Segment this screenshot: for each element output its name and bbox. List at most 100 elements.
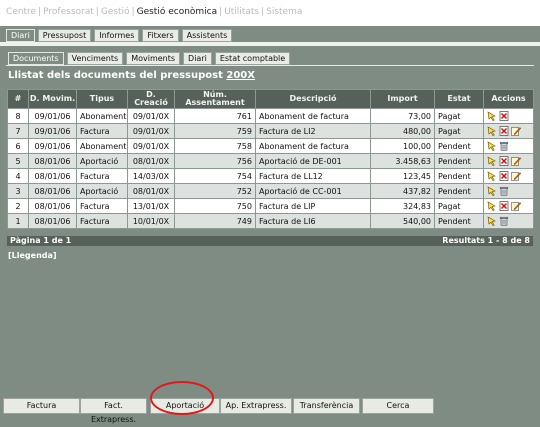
select-icon[interactable] <box>487 111 497 121</box>
bottom-toolbar: Factura Fact. Extrapress. Aportació Ap. Ext… <box>0 397 540 424</box>
type-cell: Abonament <box>76 108 128 124</box>
actions-group <box>487 110 530 122</box>
actions-group <box>487 170 530 182</box>
page-title: Llistat dels documents del pressupost 20… <box>8 70 255 81</box>
edit-icon[interactable] <box>511 126 522 136</box>
legend-link[interactable]: [Llegenda] <box>8 251 57 260</box>
row-number-cell: 2 <box>7 198 29 214</box>
movement-date-cell: 08/01/06 <box>28 168 77 184</box>
tab-diari[interactable]: Diari <box>6 29 35 42</box>
column-header: Estat <box>434 89 484 109</box>
toolbar-button-cerca[interactable]: Cerca <box>362 398 434 414</box>
select-icon[interactable] <box>487 156 497 166</box>
table-row[interactable]: 1 08/01/06 Factura 10/01/0X 749 Factura de LI… <box>7 213 534 229</box>
table-row[interactable]: 7 09/01/06 Factura 09/01/0X 759 Factura de LI… <box>7 123 534 139</box>
documents-table: # D. Movim. Tipus D. Creació Núm. Assentamen… <box>7 89 534 229</box>
delete-icon[interactable] <box>499 171 509 181</box>
subtab-documents[interactable]: Documents <box>8 52 64 65</box>
top-nav-item[interactable]: Utilitats <box>224 7 259 17</box>
results-count: Resultats 1 - 8 de 8 <box>442 236 530 245</box>
table-row[interactable]: 6 09/01/06 Abonament 09/01/0X 758 Abonament d… <box>7 138 534 154</box>
subtab-diari[interactable]: Diari <box>183 52 212 65</box>
top-nav-item[interactable]: Gestió <box>101 7 130 17</box>
edit-icon[interactable] <box>511 156 522 166</box>
secondary-tabs: Documents Venciments Moviments Diari Estat c… <box>8 52 291 65</box>
delete-icon[interactable] <box>499 111 509 121</box>
select-icon[interactable] <box>487 186 497 196</box>
amount-cell: 3.458,63 <box>370 153 435 169</box>
state-cell: Pendent <box>434 153 484 169</box>
table-row[interactable]: 3 08/01/06 Aportació 08/01/0X 752 Aportació d… <box>7 183 534 199</box>
edit-icon[interactable] <box>511 201 522 211</box>
type-cell: Factura <box>76 168 128 184</box>
select-icon[interactable] <box>487 141 497 151</box>
top-nav-item[interactable]: Sistema <box>266 7 302 17</box>
toolbar-button-ap-extrapress[interactable]: Ap. Extrapress. <box>220 398 292 414</box>
tab-informes[interactable]: Informes <box>94 29 140 42</box>
tab-band <box>0 42 540 46</box>
select-icon[interactable] <box>487 171 497 181</box>
table-row[interactable]: 5 08/01/06 Aportació 08/01/0X 756 Aportació d… <box>7 153 534 169</box>
select-icon[interactable] <box>487 126 497 136</box>
movement-date-cell: 09/01/06 <box>28 123 77 139</box>
entry-number-cell: 752 <box>174 183 256 199</box>
trash-icon[interactable] <box>499 216 509 226</box>
row-number-cell: 8 <box>7 108 29 124</box>
page-title-year-link[interactable]: 200X <box>226 70 255 81</box>
table-row[interactable]: 8 09/01/06 Abonament 09/01/0X 761 Abonament d… <box>7 108 534 124</box>
tab-assistents[interactable]: Assistents <box>181 29 233 42</box>
actions-group <box>487 140 530 152</box>
actions-cell <box>483 213 534 229</box>
type-cell: Factura <box>76 198 128 214</box>
amount-cell: 73,00 <box>370 108 435 124</box>
row-number-cell: 6 <box>7 138 29 154</box>
edit-icon[interactable] <box>511 171 522 181</box>
amount-cell: 437,82 <box>370 183 435 199</box>
creation-date-cell: 09/01/0X <box>127 108 175 124</box>
nav-separator: | <box>95 7 99 17</box>
toolbar-button-transfer-ncia[interactable]: Transferència <box>293 398 360 414</box>
nav-separator: | <box>131 7 135 17</box>
column-header: Accions <box>483 89 534 109</box>
subtab-venciments[interactable]: Venciments <box>66 52 124 65</box>
row-number-cell: 5 <box>7 153 29 169</box>
column-header: Descripció <box>255 89 371 109</box>
delete-icon[interactable] <box>499 201 509 211</box>
top-nav-item[interactable]: Professorat <box>43 7 94 17</box>
entry-number-cell: 758 <box>174 138 256 154</box>
state-cell: Pendent <box>434 168 484 184</box>
amount-cell: 480,00 <box>370 123 435 139</box>
delete-icon[interactable] <box>499 156 509 166</box>
trash-icon[interactable] <box>499 186 509 196</box>
trash-icon[interactable] <box>499 141 509 151</box>
nav-separator: | <box>219 7 223 17</box>
top-nav-item[interactable]: Centre <box>6 7 36 17</box>
subtab-moviments[interactable]: Moviments <box>126 52 181 65</box>
amount-cell: 324,83 <box>370 198 435 214</box>
actions-cell <box>483 198 534 214</box>
subtab-estat-comptable[interactable]: Estat comptable <box>214 52 291 65</box>
creation-date-cell: 09/01/0X <box>127 123 175 139</box>
entry-number-cell: 754 <box>174 168 256 184</box>
type-cell: Factura <box>76 213 128 229</box>
state-cell: Pagat <box>434 123 484 139</box>
toolbar-button-factura[interactable]: Factura <box>3 398 80 414</box>
creation-date-cell: 08/01/0X <box>127 183 175 199</box>
table-row[interactable]: 2 08/01/06 Factura 13/01/0X 750 Factura de LI… <box>7 198 534 214</box>
nav-separator: | <box>261 7 265 17</box>
select-icon[interactable] <box>487 201 497 211</box>
column-header: Import <box>370 89 435 109</box>
delete-icon[interactable] <box>499 126 509 136</box>
entry-number-cell: 750 <box>174 198 256 214</box>
column-header: Núm. Assentament <box>174 89 256 109</box>
tab-fitxers[interactable]: Fitxers <box>142 29 179 42</box>
tab-pressupost[interactable]: Pressupost <box>37 29 92 42</box>
select-icon[interactable] <box>487 216 497 226</box>
row-number-cell: 1 <box>7 213 29 229</box>
top-nav-item[interactable]: Gestió econòmica <box>137 7 218 17</box>
amount-cell: 123,45 <box>370 168 435 184</box>
toolbar-button-fact-extrapress[interactable]: Fact. Extrapress. <box>80 398 147 424</box>
state-cell: Pendent <box>434 183 484 199</box>
amount-cell: 100,00 <box>370 138 435 154</box>
table-row[interactable]: 4 08/01/06 Factura 14/03/0X 754 Factura de LL… <box>7 168 534 184</box>
